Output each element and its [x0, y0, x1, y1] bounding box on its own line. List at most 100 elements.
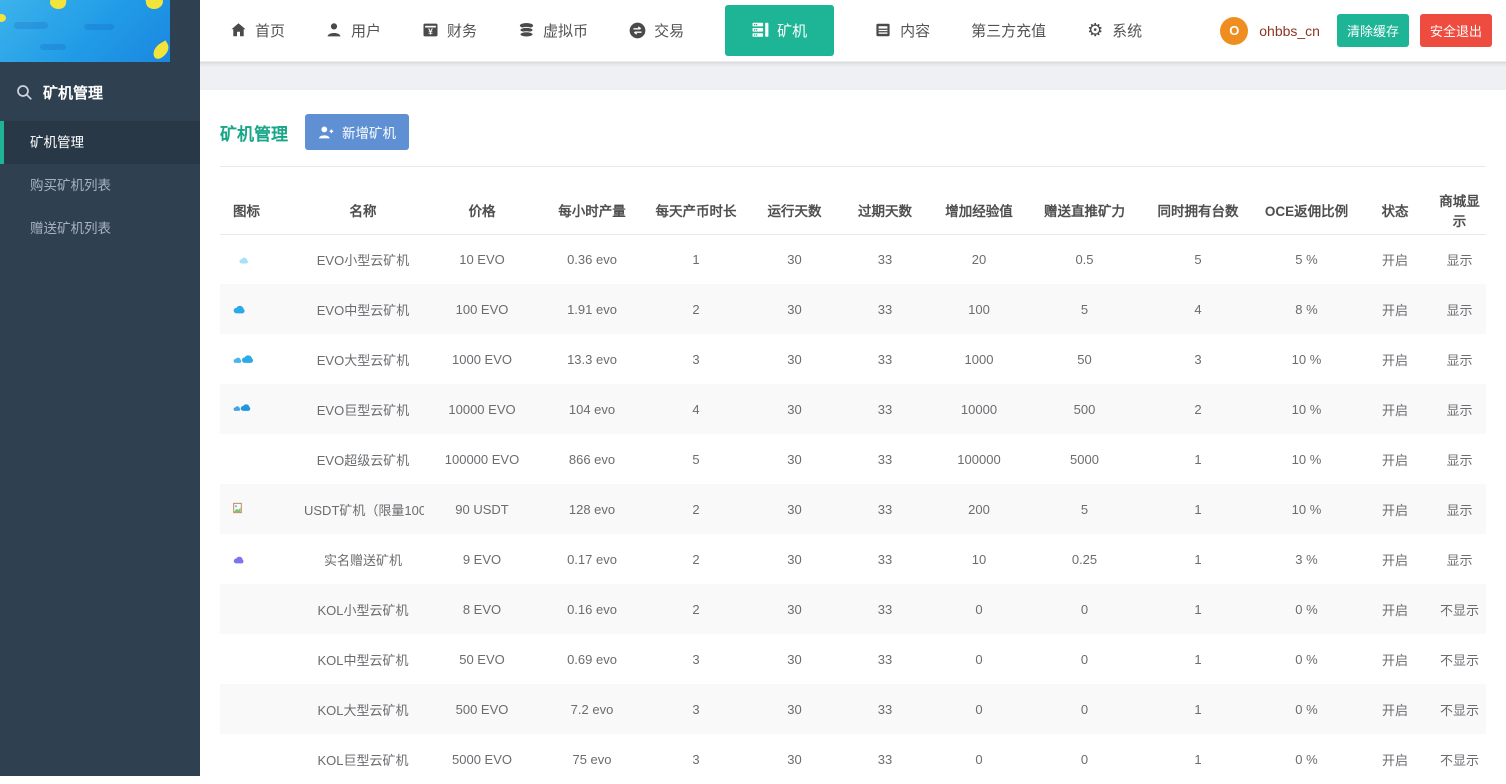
cell-run-days: 30: [787, 451, 802, 467]
sidebar-header-label: 矿机管理: [43, 85, 104, 102]
cell-status: 开启: [1381, 652, 1408, 668]
miner-icon-empty: [220, 634, 302, 684]
column-header-3: 每小时产量: [540, 187, 644, 235]
cell-name: EVO巨型云矿机: [316, 402, 410, 418]
cell-expire-days: 33: [877, 751, 893, 767]
add-miner-button-label: 新增矿机: [342, 126, 396, 141]
cell-daily-hours: 3: [692, 751, 700, 767]
cell-daily-hours: 5: [692, 451, 700, 467]
cell-name: EVO大型云矿机: [316, 352, 410, 368]
cell-referral-power: 0: [1080, 651, 1089, 667]
nav-item-trade[interactable]: 交易: [629, 20, 684, 41]
cell-daily-hours: 3: [692, 701, 700, 717]
cell-referral-power: 0.5: [1075, 251, 1094, 267]
nav-item-virtual-coin[interactable]: 虚拟币: [518, 20, 588, 41]
add-miner-button[interactable]: 新增矿机: [305, 114, 409, 150]
cell-hourly-output: 0.69 evo: [567, 651, 617, 667]
logout-button[interactable]: 安全退出: [1419, 14, 1492, 47]
nav-item-label: 交易: [654, 23, 685, 40]
cell-referral-power: 500: [1073, 401, 1096, 417]
cell-hourly-output: 128 evo: [568, 501, 616, 517]
nav-item-label: 首页: [255, 23, 286, 40]
sidebar-section-header: 矿机管理: [0, 62, 200, 121]
cell-expire-days: 33: [877, 551, 893, 567]
svg-text:¥: ¥: [428, 27, 433, 37]
table-row: KOL巨型云矿机 5000 EVO 75 evo 3 30 33 0 0 1 0 % 开启 不显示: [220, 734, 1486, 784]
cell-referral-power: 0.25: [1071, 551, 1098, 567]
cell-status: 开启: [1381, 752, 1408, 768]
cell-mall-display: 显示: [1446, 402, 1473, 418]
table-row: EVO超级云矿机 100000 EVO 866 evo 5 30 33 100000 5000…: [220, 434, 1486, 484]
divider: [220, 166, 1486, 167]
nav-item-home[interactable]: 首页: [230, 20, 285, 41]
nav-item-miner[interactable]: 矿机: [725, 5, 835, 56]
cell-oce-rate: 0 %: [1295, 751, 1318, 767]
sidebar-menu: 矿机管理 购买矿机列表 赠送矿机列表: [0, 121, 200, 250]
cell-exp-gain: 100: [968, 301, 990, 317]
logo-leaf-decoration: [0, 14, 6, 22]
column-header-12: 商城显示: [1433, 187, 1486, 235]
username[interactable]: ohbbs_cn: [1259, 23, 1320, 39]
cell-max-units: 1: [1194, 701, 1202, 717]
nav-item-content[interactable]: 内容: [875, 20, 930, 41]
cell-run-days: 30: [787, 501, 802, 517]
cell-expire-days: 33: [877, 401, 893, 417]
cell-price: 5000 EVO: [452, 751, 512, 767]
cell-oce-rate: 10 %: [1291, 451, 1322, 467]
cell-run-days: 30: [787, 601, 802, 617]
column-header-1: 名称: [302, 187, 424, 235]
cell-max-units: 1: [1194, 451, 1202, 467]
user-plus-icon: [318, 125, 334, 140]
cell-name: KOL中型云矿机: [317, 652, 409, 668]
cell-status: 开启: [1381, 702, 1408, 718]
nav-item-third-party-recharge[interactable]: 第三方充值: [971, 20, 1046, 41]
cell-expire-days: 33: [877, 451, 893, 467]
cell-hourly-output: 866 evo: [568, 451, 616, 467]
nav-items: 首页 用户 ¥ 财务 虚拟币 交易 矿机 内容 第三方充值 ⚙ 系统: [230, 5, 1142, 56]
server-icon: [752, 22, 769, 39]
sidebar-item-gifted-miner-list[interactable]: 赠送矿机列表: [0, 207, 200, 250]
nav-item-label: 虚拟币: [543, 23, 589, 40]
search-icon: [16, 84, 33, 101]
table-row: EVO小型云矿机 10 EVO 0.36 evo 1 30 33 20 0.5 5 5 % 开启 显示: [220, 234, 1486, 284]
cell-max-units: 4: [1194, 301, 1202, 317]
home-icon: [230, 22, 247, 39]
cell-name: EVO小型云矿机: [316, 252, 410, 268]
cell-oce-rate: 0 %: [1295, 651, 1318, 667]
cell-daily-hours: 3: [692, 351, 700, 367]
cell-price: 500 EVO: [455, 701, 509, 717]
nav-item-system[interactable]: ⚙ 系统: [1087, 20, 1142, 41]
cell-daily-hours: 2: [692, 551, 700, 567]
miner-icon-empty: [220, 434, 302, 484]
logo-leaf-decoration: [144, 0, 165, 11]
cell-max-units: 5: [1194, 251, 1202, 267]
sidebar-item-miner-management[interactable]: 矿机管理: [0, 121, 200, 164]
column-header-5: 运行天数: [748, 187, 841, 235]
nav-item-finance[interactable]: ¥ 财务: [422, 20, 477, 41]
column-header-2: 价格: [424, 187, 540, 235]
cell-exp-gain: 10: [971, 551, 987, 567]
avatar[interactable]: O: [1220, 16, 1249, 45]
exchange-icon: [629, 22, 646, 39]
sidebar: 矿机管理 矿机管理 购买矿机列表 赠送矿机列表: [0, 0, 200, 776]
cell-oce-rate: 10 %: [1291, 401, 1322, 417]
breadcrumb-band: [200, 62, 1506, 90]
cell-exp-gain: 0: [975, 701, 983, 717]
cell-oce-rate: 0 %: [1295, 601, 1318, 617]
cell-exp-gain: 1000: [964, 351, 994, 367]
table-row: KOL大型云矿机 500 EVO 7.2 evo 3 30 33 0 0 1 0 % 开启 不显示: [220, 684, 1486, 734]
cell-max-units: 1: [1194, 551, 1202, 567]
cell-max-units: 1: [1194, 751, 1202, 767]
cell-daily-hours: 4: [692, 401, 700, 417]
clear-cache-button[interactable]: 清除缓存: [1336, 14, 1409, 47]
cell-mall-display: 不显示: [1439, 652, 1479, 668]
cell-mall-display: 显示: [1446, 502, 1473, 518]
column-header-10: OCE返佣比例: [1256, 187, 1357, 235]
sidebar-item-purchased-miner-list[interactable]: 购买矿机列表: [0, 164, 200, 207]
cell-daily-hours: 2: [692, 301, 700, 317]
top-navigation-bar: 首页 用户 ¥ 财务 虚拟币 交易 矿机 内容 第三方充值 ⚙ 系统 O ohbbs_cn 清除缓存…: [200, 0, 1506, 62]
nav-item-users[interactable]: 用户: [326, 20, 381, 41]
miner-icon: [220, 334, 302, 384]
cell-run-days: 30: [787, 351, 802, 367]
nav-item-label: 矿机: [777, 23, 808, 40]
